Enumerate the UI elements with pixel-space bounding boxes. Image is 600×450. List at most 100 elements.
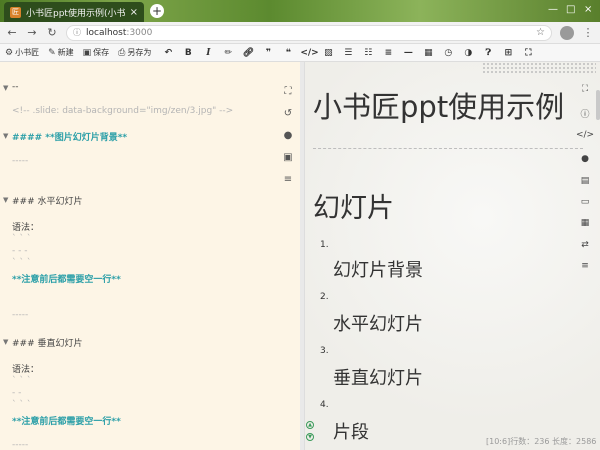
undo-icon[interactable]: ↶ [160, 48, 176, 58]
grid-icon[interactable]: ▦ [574, 218, 596, 228]
editor-line: ` ` ` [12, 234, 32, 244]
site-favicon-icon: 匠 [10, 6, 21, 18]
decorative-dots [482, 62, 596, 74]
site-info-icon[interactable]: ⓘ [73, 27, 81, 38]
slide-preview: 小书匠ppt使用示例 幻灯片 1. 幻灯片背景 2. 水平幻灯片 3. 垂直幻灯片 4. 片段 [304, 62, 600, 450]
fullscreen-icon[interactable]: ⛶ [520, 48, 536, 58]
list-item: 片段 [333, 422, 369, 443]
help-icon[interactable]: ❓︎ [480, 48, 496, 58]
code-view-icon[interactable]: </> [574, 130, 596, 140]
magnet-icon[interactable]: ◑ [460, 48, 476, 58]
fold-arrow-icon[interactable]: ▼ [3, 338, 8, 346]
italic-icon[interactable]: I [200, 48, 216, 58]
expand-icon[interactable]: ⛶ [279, 86, 297, 97]
new-tab-button[interactable]: + [150, 4, 164, 18]
preview-title: 小书匠ppt使用示例 [313, 90, 565, 124]
sync-down-icon[interactable]: ▼ [306, 433, 314, 441]
preview-toggle-icon[interactable]: ⊞ [500, 48, 516, 58]
fold-arrow-icon[interactable]: ▼ [3, 132, 8, 140]
list-item-number: 4. [320, 400, 329, 410]
menu-lines-icon[interactable]: ≡ [279, 174, 297, 185]
image-icon[interactable]: ▨ [320, 48, 336, 58]
save-button[interactable]: ▣ 保存 [83, 47, 110, 58]
monitor-icon[interactable]: ▭ [574, 197, 596, 207]
quote-icon[interactable]: ❞ [260, 48, 276, 58]
table-icon[interactable]: ▦ [420, 48, 436, 58]
browser-tab-strip: 匠 小书匠ppt使用示例(小书匠) × + — □ × [0, 0, 600, 22]
forward-arrow-icon[interactable]: → [26, 26, 38, 39]
list-item: 水平幻灯片 [333, 314, 423, 335]
editor-line: ` ` ` [12, 258, 32, 268]
fullscreen-icon[interactable]: ⛶ [574, 84, 596, 94]
bold-icon[interactable]: B [180, 48, 196, 58]
window-close-icon[interactable]: × [584, 4, 592, 15]
editor-line: - - - [12, 246, 28, 256]
browser-menu-icon[interactable]: ⋮ [582, 26, 594, 39]
new-button[interactable]: ✎ 新建 [48, 47, 74, 58]
info-icon[interactable]: ⓘ [574, 107, 596, 120]
menu-lines-icon[interactable]: ≡ [574, 261, 596, 271]
markdown-editor[interactable]: -- ▼ <!-- .slide: data-background="img/zen… [0, 62, 300, 450]
hr-icon[interactable]: — [400, 48, 416, 58]
link-icon[interactable]: 🔗︎ [240, 48, 256, 58]
fold-arrow-icon[interactable]: ▼ [3, 84, 8, 92]
list-item-number: 2. [320, 292, 329, 302]
url-input[interactable]: ⓘ localhost:3000 ☆ [66, 24, 552, 41]
heading-icon[interactable]: ≡ [380, 48, 396, 58]
browser-tab[interactable]: 匠 小书匠ppt使用示例(小书匠) × [4, 2, 144, 22]
profile-avatar[interactable] [560, 25, 574, 40]
sync-up-icon[interactable]: ▲ [306, 421, 314, 429]
list-item-number: 3. [320, 346, 329, 356]
tab-title: 小书匠ppt使用示例(小书匠) [26, 8, 126, 19]
editor-toolbar: ⚙ 小书匠 ✎ 新建 ▣ 保存 ⎙ 另存为 ↶ B I ✏ 🔗︎ ❞ ❝ </> ▨ ☰… [0, 44, 600, 62]
editor-line: ` ` ` [12, 376, 32, 386]
theme-drop-icon[interactable]: ● [279, 130, 297, 141]
editor-line: 语法： [12, 365, 40, 375]
fold-arrow-icon[interactable]: ▼ [3, 196, 8, 204]
edit-icon: ✎ [48, 47, 56, 58]
url-port: :3000 [126, 27, 153, 38]
editor-line: ` ` ` [12, 400, 32, 410]
brand-menu[interactable]: ⚙ 小书匠 [5, 47, 39, 58]
pencil-icon[interactable]: ✏ [220, 48, 236, 58]
archive-icon[interactable]: ▤ [574, 176, 596, 186]
save-as-icon: ⎙ [118, 47, 126, 58]
bookmark-star-icon[interactable]: ☆ [536, 27, 545, 38]
ordered-list-icon[interactable]: ☰ [340, 48, 356, 58]
window-maximize-icon[interactable]: □ [566, 4, 575, 15]
save-label: 保存 [93, 48, 110, 57]
unordered-list-icon[interactable]: ☷ [360, 48, 376, 58]
window-minimize-icon[interactable]: — [548, 4, 558, 15]
theme-drop-icon[interactable]: ● [574, 154, 596, 164]
history-icon[interactable]: ↺ [279, 108, 297, 119]
editor-line: ----- [12, 310, 29, 320]
reload-icon[interactable]: ↻ [46, 26, 58, 39]
shuffle-icon[interactable]: ⇄ [574, 240, 596, 250]
save-icon: ▣ [82, 47, 92, 58]
editor-line: **注意前后都需要空一行** [12, 417, 121, 427]
editor-line: 语法： [12, 223, 40, 233]
quote-alt-icon[interactable]: ❝ [280, 48, 296, 58]
clock-icon[interactable]: ◷ [440, 48, 456, 58]
brand-label: 小书匠 [15, 48, 40, 57]
tab-close-icon[interactable]: × [130, 7, 138, 18]
editor-line: ### 水平幻灯片 [12, 197, 83, 207]
package-icon[interactable]: ▣ [279, 152, 297, 163]
save-as-button[interactable]: ⎙ 另存为 [118, 47, 151, 58]
list-item: 幻灯片背景 [333, 260, 423, 281]
editor-line: - - [12, 388, 22, 398]
editor-line: -- [12, 82, 19, 92]
address-bar: ← → ↻ ⓘ localhost:3000 ☆ ⋮ [0, 22, 600, 44]
editor-line: ----- [12, 440, 29, 450]
list-item-number: 1. [320, 240, 329, 250]
preview-scrollbar[interactable] [596, 90, 600, 120]
list-item: 垂直幻灯片 [333, 368, 423, 389]
code-icon[interactable]: </> [300, 48, 318, 58]
editor-line: #### **图片幻灯片背景** [12, 133, 128, 143]
save-as-label: 另存为 [127, 48, 152, 57]
editor-line: **注意前后都需要空一行** [12, 275, 121, 285]
settings-gear-icon: ⚙ [5, 47, 14, 58]
back-arrow-icon[interactable]: ← [6, 26, 18, 39]
editor-line: ----- [12, 156, 29, 166]
url-text: localhost:3000 [86, 28, 536, 38]
